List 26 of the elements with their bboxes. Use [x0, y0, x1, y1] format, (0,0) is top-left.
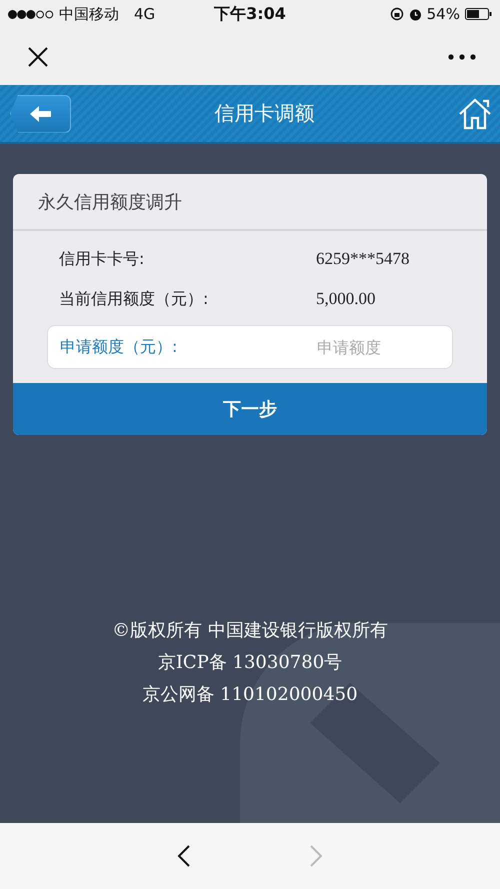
page-title: 信用卡调额 — [214, 100, 314, 127]
back-button[interactable] — [10, 94, 71, 132]
left-arrow-icon — [30, 106, 52, 122]
back-chevron-icon[interactable] — [177, 844, 191, 868]
home-icon[interactable] — [458, 96, 492, 130]
field-value: 6259***5478 — [316, 249, 410, 269]
battery-percent: 54% — [426, 5, 460, 23]
field-label: 当前信用额度（元）: — [58, 288, 210, 310]
signal-icon — [8, 10, 54, 18]
close-icon[interactable] — [28, 46, 48, 66]
field-value: 5,000.00 — [316, 289, 376, 309]
carrier-name: 中国移动 — [59, 4, 119, 24]
battery-icon — [464, 8, 492, 20]
network-type: 4G — [134, 5, 156, 23]
status-time: 下午3:04 — [214, 4, 286, 24]
footer-text: 京ICP备 13030780号 — [156, 651, 344, 675]
more-icon[interactable] — [448, 54, 476, 60]
rotation-lock-icon — [390, 7, 404, 21]
field-label: 信用卡卡号: — [58, 248, 146, 270]
footer-text: ©版权所有 中国建设银行版权所有 — [112, 619, 388, 643]
field-label: 申请额度（元）: — [59, 336, 178, 358]
amount-input-field[interactable]: 申请额度 — [315, 336, 449, 358]
footer-text: 京公网备 110102000450 — [141, 683, 359, 707]
next-step-button[interactable]: 下一步 — [13, 383, 487, 435]
alarm-icon — [408, 8, 422, 20]
card-title: 永久信用额度调升 — [13, 174, 487, 231]
